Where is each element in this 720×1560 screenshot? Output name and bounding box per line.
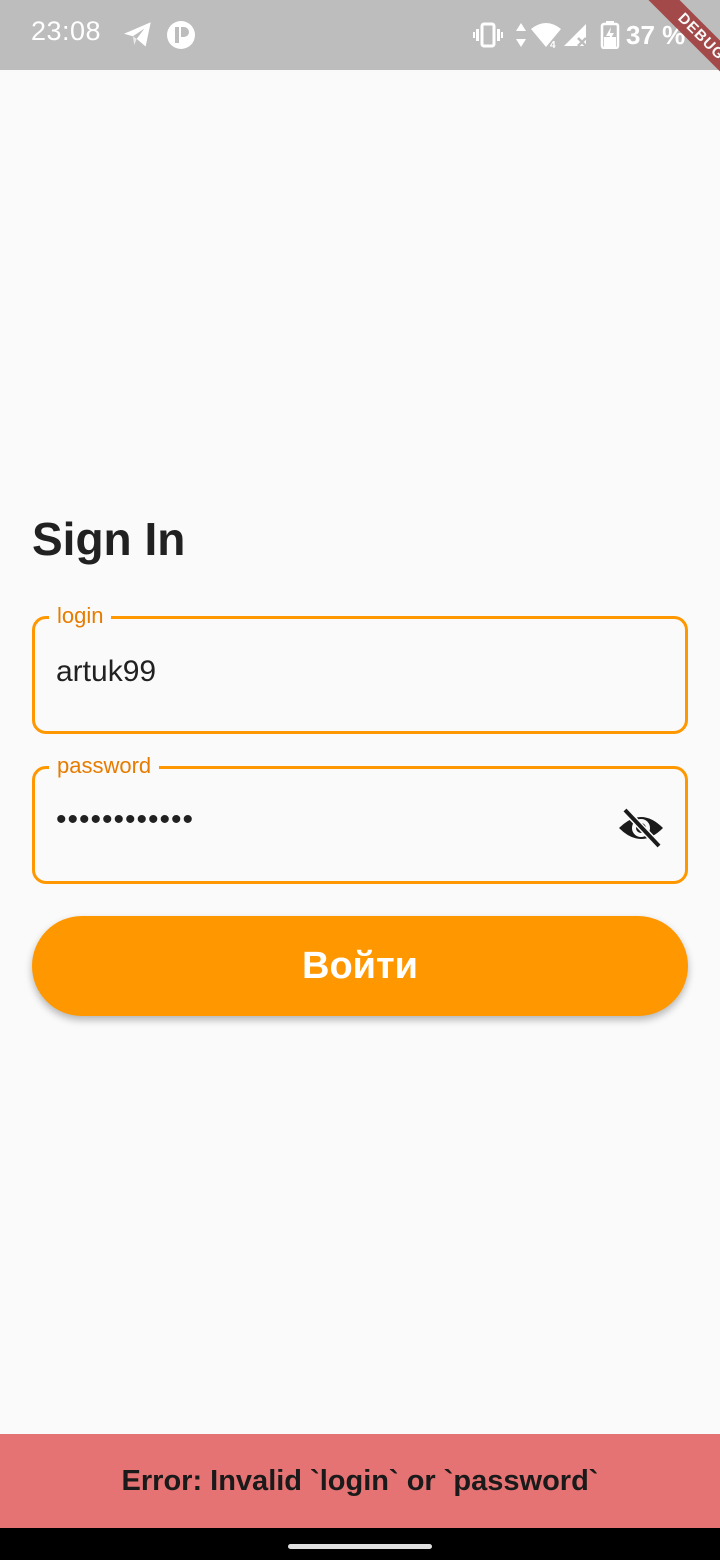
status-time: 23:08 <box>31 16 102 46</box>
password-value[interactable]: •••••••••••• <box>56 803 194 837</box>
error-message: Error: Invalid `login` or `password` <box>121 1465 599 1497</box>
screen: 23:08 4 37 % DEBUG Sign In login artuk99… <box>0 0 720 1560</box>
battery-icon <box>600 21 620 54</box>
navigation-bar <box>0 1528 720 1560</box>
battery-level: 37 % <box>626 20 686 50</box>
home-handle[interactable] <box>288 1544 432 1549</box>
password-field[interactable]: password •••••••••••• <box>32 752 688 884</box>
data-icon <box>514 21 528 54</box>
vibrate-icon <box>473 22 503 53</box>
error-snackbar: Error: Invalid `login` or `password` <box>0 1434 720 1528</box>
page-title: Sign In <box>32 513 186 565</box>
password-label: password <box>49 752 160 780</box>
sign-in-button[interactable]: Войти <box>32 916 688 1016</box>
login-value[interactable]: artuk99 <box>56 655 156 689</box>
app-icon <box>166 20 196 55</box>
visibility-off-icon[interactable] <box>617 807 665 849</box>
login-label: login <box>49 602 112 630</box>
signal-icon <box>562 22 590 53</box>
telegram-icon <box>122 21 154 54</box>
wifi-icon: 4 <box>530 22 562 53</box>
login-field[interactable]: login artuk99 <box>32 602 688 734</box>
status-bar: 23:08 4 37 % <box>0 0 720 70</box>
svg-text:4: 4 <box>550 40 556 48</box>
